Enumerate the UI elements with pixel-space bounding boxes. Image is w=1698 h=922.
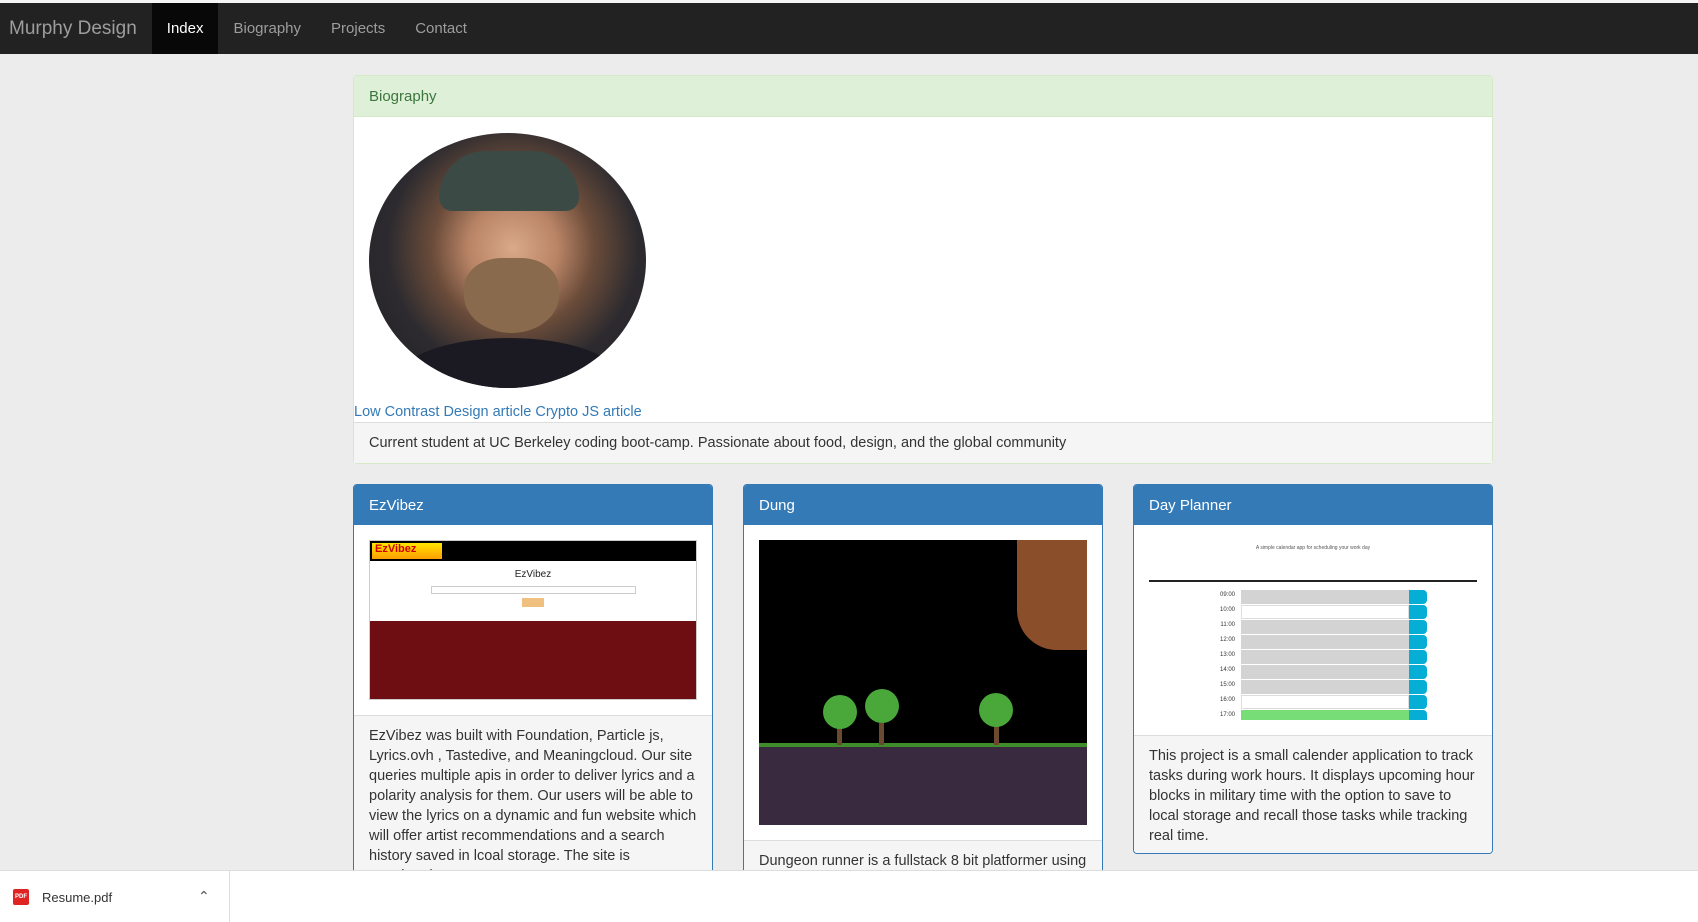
nav-item-biography[interactable]: Biography bbox=[218, 3, 316, 54]
photo-shirt bbox=[399, 338, 619, 388]
thumb-grass bbox=[959, 743, 1087, 747]
tree-trunk bbox=[879, 723, 884, 745]
crypto-js-article-link[interactable]: Crypto JS article bbox=[535, 404, 641, 420]
project-card-day-planner: Day Planner A simple calendar app for sc… bbox=[1133, 484, 1493, 854]
brand-logo[interactable]: Murphy Design bbox=[0, 3, 152, 54]
nav-item-index[interactable]: Index bbox=[151, 3, 219, 54]
low-contrast-article-link[interactable]: Low Contrast Design article bbox=[354, 404, 531, 420]
hour-row: 10:00 bbox=[1199, 605, 1469, 619]
thumb-particles-area bbox=[370, 621, 696, 699]
project-description: This project is a small calender applica… bbox=[1134, 735, 1492, 853]
project-card-dung: Dung Dungeon runner is a fullstack 8 bit… bbox=[743, 484, 1103, 904]
thumb-title: EzVibez bbox=[514, 569, 552, 580]
tree bbox=[979, 693, 1013, 727]
profile-photo bbox=[369, 133, 646, 388]
photo-beard bbox=[464, 258, 559, 333]
thumb-divider bbox=[1149, 580, 1477, 582]
biography-heading: Biography bbox=[354, 76, 1492, 117]
biography-panel: Biography Low Contrast Design article Cr… bbox=[353, 75, 1493, 464]
hour-row: 17:00 bbox=[1199, 710, 1469, 720]
biography-footer: Current student at UC Berkeley coding bo… bbox=[354, 422, 1492, 463]
thumb-search-button bbox=[522, 598, 544, 607]
top-navbar: Murphy Design Index Biography Projects C… bbox=[0, 3, 1698, 54]
project-card-ezvibez: EzVibez EzVibez EzVibez EzVibez was buil… bbox=[353, 484, 713, 904]
thumb-logo: EzVibez bbox=[372, 543, 442, 559]
pdf-file-icon: PDF bbox=[13, 889, 29, 905]
article-links: Low Contrast Design article Crypto JS ar… bbox=[354, 404, 642, 420]
nav-item-projects[interactable]: Projects bbox=[316, 3, 400, 54]
download-bar: PDF Resume.pdf ⌃ bbox=[0, 870, 1698, 922]
download-file-name: Resume.pdf bbox=[42, 889, 113, 905]
chevron-up-icon[interactable]: ⌃ bbox=[198, 888, 210, 905]
hour-row: 15:00 bbox=[1199, 680, 1469, 694]
tree bbox=[865, 689, 899, 723]
project-title: Dung bbox=[744, 485, 1102, 525]
thumb-cave bbox=[1017, 540, 1087, 650]
hour-row: 14:00 bbox=[1199, 665, 1469, 679]
download-item[interactable]: PDF Resume.pdf ⌃ bbox=[0, 871, 230, 922]
hour-row: 16:00 bbox=[1199, 695, 1469, 709]
hour-row: 13:00 bbox=[1199, 650, 1469, 664]
hour-row: 12:00 bbox=[1199, 635, 1469, 649]
thumb-grass bbox=[759, 743, 959, 747]
thumb-header: EzVibez bbox=[370, 541, 696, 561]
thumb-search-input bbox=[430, 586, 636, 594]
thumb-subtitle: A simple calendar app for scheduling you… bbox=[1255, 545, 1371, 551]
project-title: Day Planner bbox=[1134, 485, 1492, 525]
photo-cap bbox=[439, 151, 579, 211]
hour-row: 11:00 bbox=[1199, 620, 1469, 634]
tree bbox=[823, 695, 857, 729]
dungeon-screenshot[interactable] bbox=[759, 540, 1087, 825]
ezvibez-screenshot[interactable]: EzVibez EzVibez bbox=[369, 540, 697, 700]
hour-row: 09:00 bbox=[1199, 590, 1469, 604]
day-planner-screenshot[interactable]: A simple calendar app for scheduling you… bbox=[1149, 540, 1477, 720]
thumb-ledge bbox=[959, 745, 1087, 770]
nav-item-contact[interactable]: Contact bbox=[400, 3, 482, 54]
project-title: EzVibez bbox=[354, 485, 712, 525]
